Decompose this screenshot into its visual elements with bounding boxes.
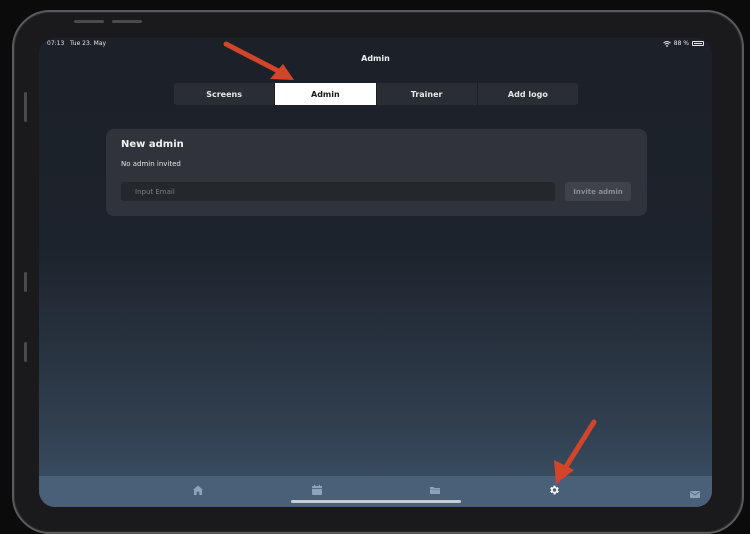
bottom-tab-bar (39, 476, 712, 507)
home-indicator[interactable] (291, 500, 461, 503)
tab-add-logo[interactable]: Add logo (476, 83, 578, 105)
mail-icon[interactable] (690, 491, 700, 498)
annotation-arrow-icon (223, 41, 294, 80)
tab-trainer[interactable]: Trainer (375, 83, 477, 105)
volume-button (74, 20, 104, 23)
new-admin-title: New admin (121, 139, 184, 150)
side-button (24, 272, 27, 292)
status-time-date: 07:13 Tue 23. May (47, 40, 106, 47)
invite-admin-button[interactable]: Invite admin (565, 182, 631, 201)
battery-icon (692, 41, 704, 46)
side-button (24, 342, 27, 362)
tab-admin[interactable]: Admin (274, 83, 376, 105)
segmented-tabs: Screens Admin Trainer Add logo (174, 83, 578, 105)
side-button (24, 92, 27, 122)
status-bar: 07:13 Tue 23. May 88 % (47, 40, 704, 50)
folder-icon[interactable] (429, 484, 441, 496)
volume-button (112, 20, 142, 23)
app-screen: 07:13 Tue 23. May 88 % Admin Screens Adm… (39, 38, 712, 507)
home-icon[interactable] (192, 484, 204, 496)
status-time: 07:13 (47, 40, 65, 47)
wifi-icon (662, 40, 671, 47)
admin-status-text: No admin invited (121, 160, 181, 168)
status-date: Tue 23. May (70, 40, 107, 47)
annotation-arrow-icon (554, 419, 597, 484)
battery-percent: 88 % (673, 40, 689, 47)
email-input[interactable]: Input Email (121, 182, 555, 201)
status-right: 88 % (662, 40, 704, 47)
calendar-icon[interactable] (311, 484, 323, 496)
new-admin-card: New admin No admin invited Input Email I… (106, 129, 647, 216)
page-title: Admin (361, 54, 390, 63)
email-placeholder: Input Email (135, 187, 175, 196)
tab-screens[interactable]: Screens (174, 83, 274, 105)
